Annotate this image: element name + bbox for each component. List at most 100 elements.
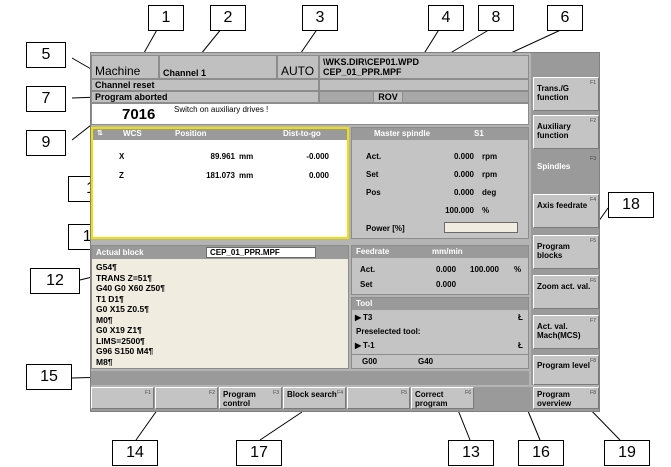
fkey-label: F7 bbox=[590, 318, 596, 324]
softkey-label: Trans./G function bbox=[537, 84, 570, 102]
program-status: Program aborted bbox=[91, 91, 319, 103]
rov-indicator-bg bbox=[319, 91, 529, 103]
softkey-axis-feedrate[interactable]: Axis feedrate F4 bbox=[533, 194, 599, 228]
callout-19: 19 bbox=[604, 440, 650, 466]
softkey-label: Program level bbox=[537, 361, 590, 370]
fkey-label: F6 bbox=[590, 278, 596, 284]
spindle-act-label: Act. bbox=[366, 152, 382, 161]
axis-mode-icon: ⇅ bbox=[97, 130, 103, 137]
spindle-set-unit: rpm bbox=[482, 170, 498, 179]
softkey-label: Program blocks bbox=[537, 242, 570, 260]
block-title: Actual block bbox=[96, 248, 144, 257]
softkey-h1[interactable]: F1 bbox=[91, 387, 154, 409]
block-line: G0 X19 Z1¶ bbox=[96, 325, 142, 335]
tool-title: Tool bbox=[356, 299, 373, 308]
tool-gcode-row bbox=[352, 354, 528, 368]
softkey-spindles[interactable]: Spindles F3 bbox=[533, 153, 599, 187]
block-line: G40 G0 X60 Z50¶ bbox=[96, 283, 165, 293]
spindle-power-label: Power [%] bbox=[366, 224, 405, 233]
axis-header-dist: Dist-to-go bbox=[283, 129, 321, 138]
mode-area: Machine bbox=[91, 55, 159, 79]
callout-6: 6 bbox=[547, 5, 583, 31]
callout-9: 9 bbox=[26, 130, 66, 156]
softkey-program-level[interactable]: Program level F8 bbox=[533, 355, 599, 385]
dialog-line bbox=[91, 371, 529, 385]
spindle-act-unit: rpm bbox=[482, 152, 498, 161]
block-program-name: CEP_01_PPR.MPF bbox=[206, 247, 316, 258]
callout-5: 5 bbox=[26, 42, 66, 68]
softkey-program-blocks[interactable]: Program blocks F5 bbox=[533, 235, 599, 269]
tool-gcode-2: G40 bbox=[418, 357, 434, 366]
feedrate-act-value: 0.000 bbox=[436, 265, 457, 274]
axis-row-x-position: 89.961 bbox=[210, 152, 235, 161]
axis-row-x-dist: -0.000 bbox=[306, 152, 329, 161]
feedrate-act-percent: 100.000 bbox=[470, 265, 499, 274]
softkey-program-overview[interactable]: Program overview F8 bbox=[533, 387, 599, 409]
spindle-set-label: Set bbox=[366, 170, 379, 179]
fkey-label: F4 bbox=[590, 197, 596, 203]
spindle-title: Master spindle bbox=[374, 129, 431, 138]
spindle-act-value: 0.000 bbox=[453, 152, 474, 161]
block-line: T1 D1¶ bbox=[96, 293, 124, 304]
axis-header-position: Position bbox=[175, 129, 207, 138]
spindle-pos-value: 0.000 bbox=[453, 188, 474, 197]
fkey-label: F5 bbox=[401, 390, 407, 396]
axis-row-x-name: X bbox=[119, 152, 125, 161]
callout-15: 15 bbox=[26, 364, 72, 390]
callout-4: 4 bbox=[428, 5, 464, 31]
softkey-label: Block search bbox=[287, 390, 337, 399]
softkey-trans-g-function[interactable]: Trans./G function F1 bbox=[533, 77, 599, 111]
program-path: \WKS.DIR\CEP01.WPD CEP_01_PPR.MPF bbox=[319, 55, 529, 79]
fkey-label: F1 bbox=[145, 390, 151, 396]
tool-preselected-label: Preselected tool: bbox=[356, 327, 421, 336]
block-line: M0¶ bbox=[96, 314, 113, 325]
callout-16: 16 bbox=[518, 440, 564, 466]
hmi-screen: Machine Channel 1 AUTO \WKS.DIR\CEP01.WP… bbox=[90, 52, 600, 412]
softkey-zoom-act-val[interactable]: Zoom act. val. F6 bbox=[533, 275, 599, 309]
feedrate-set-label: Set bbox=[360, 280, 373, 289]
fkey-label: F8 bbox=[590, 390, 596, 396]
softkey-h2[interactable]: F2 bbox=[155, 387, 218, 409]
softkey-act-val-mcs[interactable]: Act. val. Mach(MCS) F7 bbox=[533, 315, 599, 349]
axis-row-z-unit: mm bbox=[239, 171, 254, 180]
softkey-h5[interactable]: F5 bbox=[347, 387, 410, 409]
axis-header-wcs: WCS bbox=[123, 129, 142, 138]
block-line: G54¶ bbox=[96, 262, 117, 272]
channel-message bbox=[319, 79, 529, 91]
alarm-line: 7016 Switch on auxiliary drives ! bbox=[91, 103, 529, 125]
softkey-label: Axis feedrate bbox=[537, 201, 588, 210]
axis-row-z-dist: 0.000 bbox=[308, 171, 329, 180]
fkey-label: F3 bbox=[273, 390, 279, 396]
softkey-label: Act. val. Mach(MCS) bbox=[537, 322, 581, 340]
spindle-set-value: 0.000 bbox=[453, 170, 474, 179]
fkey-label: F2 bbox=[590, 118, 596, 124]
softkey-correct-program[interactable]: Correct program F6 bbox=[411, 387, 474, 409]
fkey-label: F1 bbox=[590, 80, 596, 86]
tool-current: T3 bbox=[363, 313, 373, 322]
program-path-dir: \WKS.DIR\CEP01.WPD bbox=[323, 57, 420, 67]
tool-preselected-arrow-icon: ▶ bbox=[355, 341, 362, 350]
axis-row-x-unit: mm bbox=[239, 152, 254, 161]
callout-13: 13 bbox=[448, 440, 494, 466]
softkey-program-control[interactable]: Program control F3 bbox=[219, 387, 282, 409]
feedrate-set-value: 0.000 bbox=[436, 280, 457, 289]
spindle-pos-unit: deg bbox=[482, 188, 497, 197]
feedrate-percent-sign: % bbox=[514, 265, 522, 274]
softkey-label: Program overview bbox=[537, 390, 572, 408]
softkey-auxiliary-function[interactable]: Auxiliary function F2 bbox=[533, 115, 599, 149]
block-panel: Actual block CEP_01_PPR.MPF G54¶ TRANS Z… bbox=[91, 245, 349, 369]
feedrate-act-label: Act. bbox=[360, 265, 376, 274]
fkey-label: F3 bbox=[590, 156, 596, 162]
spindle-override-value: 100.000 bbox=[445, 206, 474, 215]
block-line: TRANS Z=51¶ bbox=[96, 272, 152, 283]
feedrate-unit: mm/min bbox=[432, 247, 463, 256]
axis-row-z-position: 181.073 bbox=[206, 171, 235, 180]
block-line: G96 S150 M4¶ bbox=[96, 346, 154, 356]
fkey-label: F4 bbox=[337, 390, 343, 396]
softkey-block-search[interactable]: Block search F4 bbox=[283, 387, 346, 409]
spindle-pos-label: Pos bbox=[366, 188, 381, 197]
spindle-panel: Master spindle S1 Act. 0.000 rpm Set 0.0… bbox=[351, 127, 529, 239]
axis-panel: ⇅ WCS Position Dist-to-go X 89.961 mm -0… bbox=[91, 127, 349, 239]
callout-1: 1 bbox=[148, 5, 184, 31]
program-path-file: CEP_01_PPR.MPF bbox=[323, 67, 402, 77]
